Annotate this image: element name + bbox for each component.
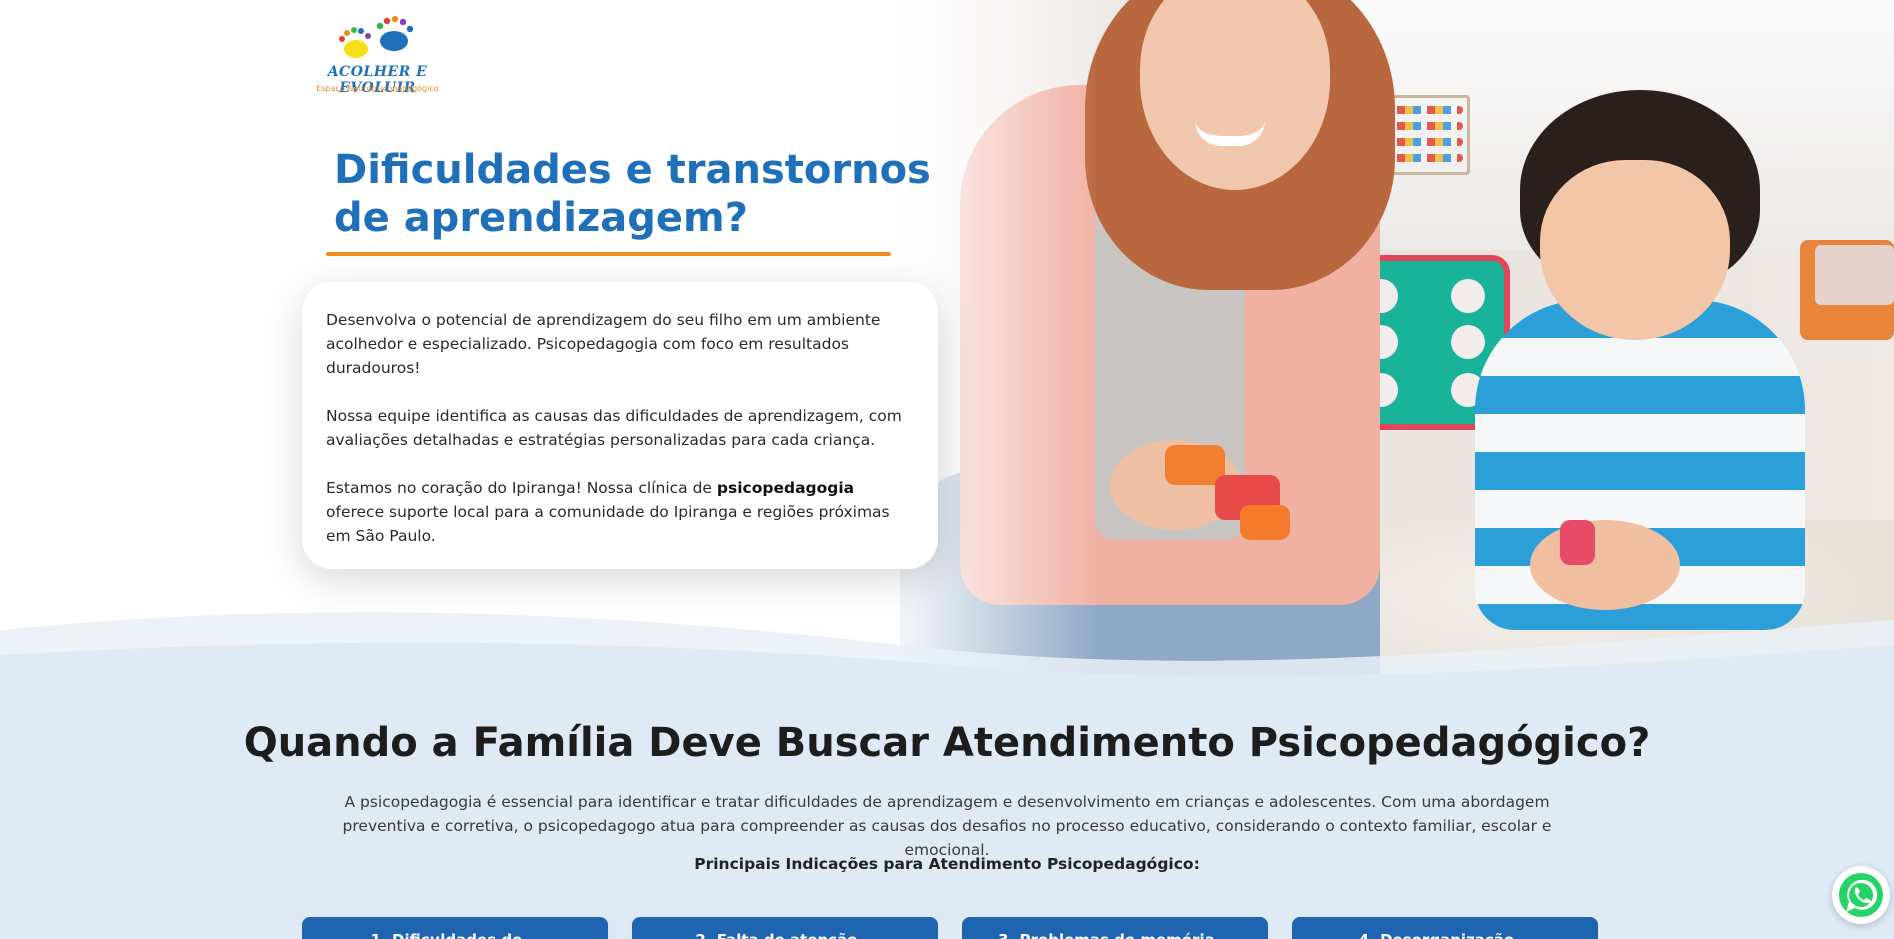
indication-card-4[interactable]: 4. Desorganização... [1292,917,1598,939]
section-description: A psicopedagogia é essencial para identi… [342,793,1552,859]
section-title: Quando a Família Deve Buscar Atendimento… [243,720,1651,766]
colorful-handprints-logo [339,16,414,58]
site-logo[interactable]: ACOLHER E EVOLUIR Espaço Neuropsicopedag… [300,16,455,98]
intro-paragraph-3-end: oferece suporte local para a comunidade … [326,503,890,545]
indication-card-2[interactable]: 2. Falta de atenção... [632,917,938,939]
logo-subtitle: Espaço Neuropsicopedagógico [316,84,439,93]
hero-section: ACOLHER E EVOLUIR Espaço Neuropsicopedag… [0,0,1894,700]
intro-paragraph-3-start: Estamos no coração do Ipiranga! Nossa cl… [326,479,717,497]
headline-underline [326,252,891,256]
card-label: 3. Problemas de memória... [998,931,1232,939]
intro-paragraph-3: Estamos no coração do Ipiranga! Nossa cl… [326,476,914,548]
toy-piece-pink [1560,520,1595,565]
hero-headline: Dificuldades e transtornos de aprendizag… [334,147,931,241]
boy-face [1540,160,1730,340]
indication-card-3[interactable]: 3. Problemas de memória... [962,917,1268,939]
intro-card: Desenvolva o potencial de aprendizagem d… [302,282,938,569]
intro-paragraph-1: Desenvolva o potencial de aprendizagem d… [326,311,881,377]
whatsapp-button[interactable] [1832,866,1890,924]
indication-card-1[interactable]: 1. Dificuldades de... [302,917,608,939]
card-label: 2. Falta de atenção... [695,931,874,939]
card-label: 1. Dificuldades de... [371,931,540,939]
toy-block-orange-2 [1240,505,1290,540]
indication-cards: 1. Dificuldades de... 2. Falta de atençã… [302,917,1598,939]
storage-box [1815,245,1894,305]
section-subtitle: Principais Indicações para Atendimento P… [694,855,1200,873]
psicopedagogia-keyword: psicopedagogia [716,479,855,497]
whatsapp-icon [1839,873,1883,917]
intro-paragraph-2: Nossa equipe identifica as causas das di… [326,407,902,449]
card-label: 4. Desorganização... [1359,931,1532,939]
boy-hands [1530,520,1680,610]
